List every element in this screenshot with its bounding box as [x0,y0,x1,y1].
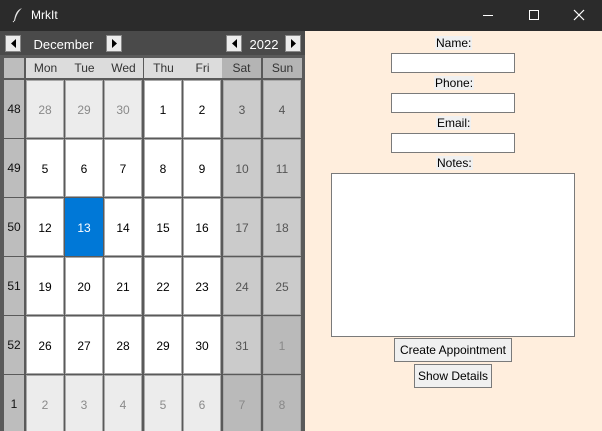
calendar-day-cell[interactable]: 3 [223,80,261,138]
calendar: December 2022 Mon Tue Wed Thu Fri Sat Su… [0,31,305,431]
calendar-day-cell[interactable]: 21 [104,257,142,315]
calendar-day-cell[interactable]: 9 [183,139,221,197]
calendar-day-cell[interactable]: 19 [26,257,64,315]
calendar-day-cell[interactable]: 25 [263,257,301,315]
calendar-header: December 2022 [0,31,305,55]
arrow-right-icon [112,39,117,48]
name-field[interactable] [391,53,515,73]
weekday-header-row: Mon Tue Wed Thu Fri Sat Sun [4,58,302,78]
calendar-day-cell[interactable]: 11 [263,139,301,197]
week-number: 52 [4,316,24,374]
calendar-day-cell[interactable]: 8 [263,375,301,431]
calendar-day-cell[interactable]: 5 [26,139,64,197]
create-appointment-button[interactable]: Create Appointment [394,338,512,362]
calendar-day-cell[interactable]: 30 [104,80,142,138]
calendar-day-cell[interactable]: 12 [26,198,64,256]
name-label: Name: [435,36,473,50]
email-field[interactable] [391,133,515,153]
calendar-day-cell[interactable]: 4 [263,80,301,138]
calendar-day-cell[interactable]: 20 [65,257,103,315]
close-button[interactable] [556,0,602,31]
weekday-header: Thu [144,58,183,78]
weekday-header: Sat [222,58,261,78]
phone-label: Phone: [434,76,475,90]
calendar-day-cell[interactable]: 1 [263,316,301,374]
weekday-header: Wed [104,58,143,78]
calendar-day-cell[interactable]: 31 [223,316,261,374]
calendar-day-cell[interactable]: 2 [26,375,64,431]
calendar-day-cell[interactable]: 8 [144,139,182,197]
calendar-day-cell[interactable]: 29 [144,316,182,374]
calendar-day-cell[interactable]: 13 [65,198,103,256]
calendar-day-cell[interactable]: 2 [183,80,221,138]
calendar-day-cell[interactable]: 15 [144,198,182,256]
calendar-day-cell[interactable]: 23 [183,257,221,315]
year-label: 2022 [249,37,279,52]
calendar-day-cell[interactable]: 7 [223,375,261,431]
phone-field[interactable] [391,93,515,113]
week-number: 49 [4,139,24,197]
calendar-day-cell[interactable]: 29 [65,80,103,138]
calendar-day-cell[interactable]: 14 [104,198,142,256]
weekday-header: Mon [26,58,65,78]
minimize-icon [483,15,493,16]
minimize-button[interactable] [465,0,511,31]
calendar-day-cell[interactable]: 26 [26,316,64,374]
calendar-day-cell[interactable]: 1 [144,80,182,138]
show-details-button[interactable]: Show Details [414,364,492,388]
week-number: 51 [4,257,24,315]
calendar-day-cell[interactable]: 4 [104,375,142,431]
window-title: MrkIt [31,8,58,22]
notes-textarea[interactable] [331,173,575,337]
calendar-day-cell[interactable]: 28 [26,80,64,138]
calendar-day-cell[interactable]: 22 [144,257,182,315]
prev-month-button[interactable] [5,35,21,52]
arrow-right-icon [291,39,296,48]
calendar-day-cell[interactable]: 6 [65,139,103,197]
email-label: Email: [436,116,472,130]
calendar-day-cell[interactable]: 28 [104,316,142,374]
prev-year-button[interactable] [226,35,242,52]
close-icon [573,9,585,21]
calendar-day-cell[interactable]: 27 [65,316,103,374]
calendar-day-cell[interactable]: 24 [223,257,261,315]
calendar-day-cell[interactable]: 18 [263,198,301,256]
arrow-left-icon [232,39,237,48]
calendar-day-cell[interactable]: 17 [223,198,261,256]
week-number: 1 [4,375,24,431]
calendar-day-cell[interactable]: 16 [183,198,221,256]
next-year-button[interactable] [285,35,301,52]
maximize-button[interactable] [511,0,557,31]
weekday-header: Fri [183,58,222,78]
title-bar: MrkIt [0,0,602,31]
month-label: December [33,37,94,52]
calendar-day-cell[interactable]: 3 [65,375,103,431]
week-number-corner [4,58,24,78]
notes-label: Notes: [436,156,473,170]
week-number: 50 [4,198,24,256]
calendar-day-cell[interactable]: 6 [183,375,221,431]
calendar-day-cell[interactable]: 10 [223,139,261,197]
weekday-header: Tue [65,58,104,78]
maximize-icon [529,10,539,20]
weekday-header: Sun [263,58,302,78]
feather-icon [12,8,22,23]
calendar-day-cell[interactable]: 5 [144,375,182,431]
arrow-left-icon [11,39,16,48]
calendar-day-cell[interactable]: 7 [104,139,142,197]
calendar-day-cell[interactable]: 30 [183,316,221,374]
week-number: 48 [4,80,24,138]
next-month-button[interactable] [106,35,122,52]
